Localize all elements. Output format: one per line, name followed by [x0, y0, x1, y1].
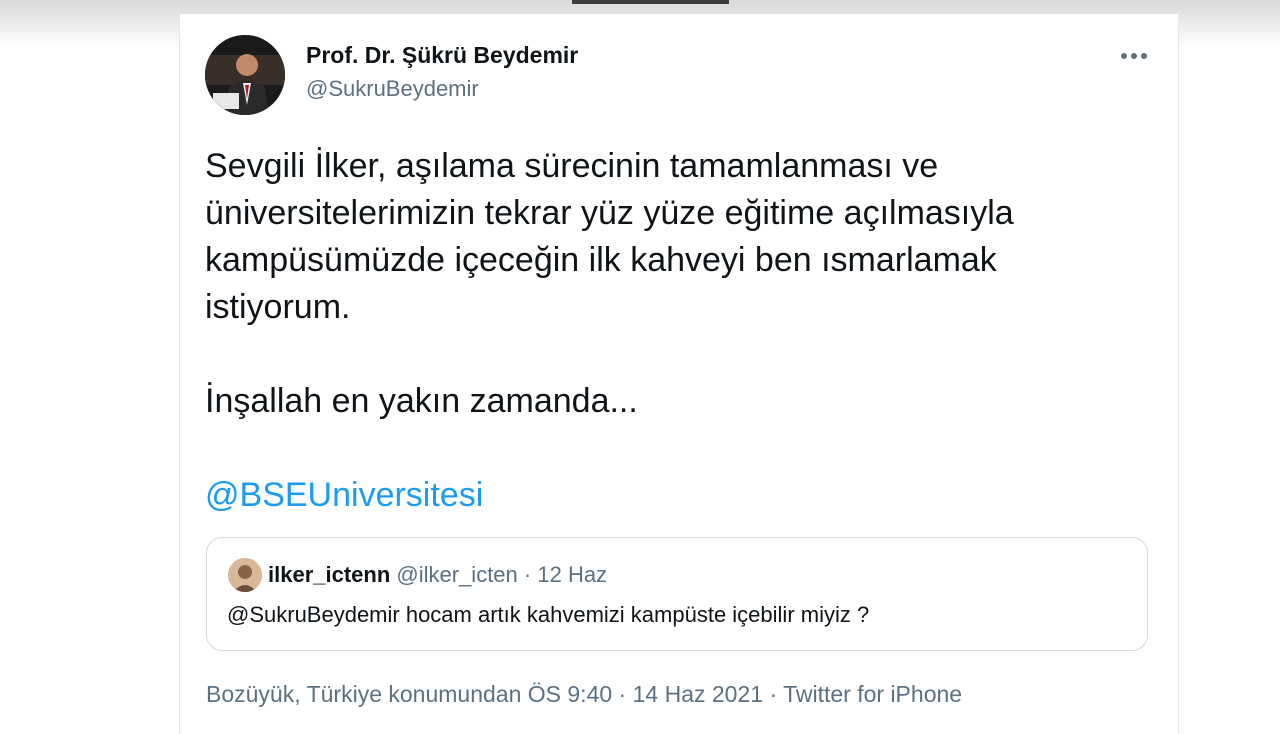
quoted-author-name[interactable]: ilker_ictenn: [268, 562, 390, 587]
quoted-author-handle[interactable]: @ilker_icten: [396, 562, 517, 587]
tweet-time[interactable]: ÖS 9:40: [528, 681, 612, 707]
separator-dot: ·: [618, 681, 627, 707]
author-avatar[interactable]: [205, 35, 285, 115]
tweet-source[interactable]: Twitter for iPhone: [783, 681, 962, 707]
more-horizontal-icon: [1121, 53, 1147, 59]
author-display-name[interactable]: Prof. Dr. Şükrü Beydemir: [306, 42, 578, 69]
top-bar: [572, 0, 729, 4]
quoted-tweet[interactable]: ilker_ictenn @ilker_icten · 12 Haz @Sukr…: [206, 537, 1148, 651]
quoted-tweet-header: ilker_ictenn @ilker_icten · 12 Haz: [268, 562, 607, 588]
tweet-text-line: istiyorum.: [205, 288, 351, 326]
tweet-date[interactable]: 14 Haz 2021: [633, 681, 763, 707]
tweet-location: Bozüyük, Türkiye konumundan: [206, 681, 522, 707]
tweet-text-line: İnşallah en yakın zamanda...: [205, 382, 638, 420]
quoted-author-avatar[interactable]: [228, 558, 262, 592]
separator-dot: ·: [523, 562, 532, 587]
tweet-text-line: Sevgili İlker, aşılama sürecinin tamamla…: [205, 147, 939, 185]
quoted-tweet-date[interactable]: 12 Haz: [537, 562, 607, 587]
tweet-metadata: Bozüyük, Türkiye konumundan ÖS 9:40 · 14…: [206, 681, 962, 708]
quoted-tweet-text: @SukruBeydemir hocam artık kahvemizi kam…: [227, 602, 870, 627]
separator-dot: ·: [769, 681, 778, 707]
profile-photo-icon: [228, 558, 262, 592]
tweet-body: Sevgili İlker, aşılama sürecinin tamamla…: [205, 143, 1145, 519]
tweet-text-line: üniversitelerimizin tekrar yüz yüze eğit…: [205, 194, 1014, 232]
tweet-text-line: kampüsümüzde içeceğin ilk kahveyi ben ıs…: [205, 241, 997, 279]
author-handle[interactable]: @SukruBeydemir: [306, 76, 479, 102]
profile-photo-icon: [205, 35, 285, 115]
mention-link[interactable]: @BSEUniversitesi: [205, 476, 483, 514]
more-options-button[interactable]: [1118, 44, 1150, 68]
